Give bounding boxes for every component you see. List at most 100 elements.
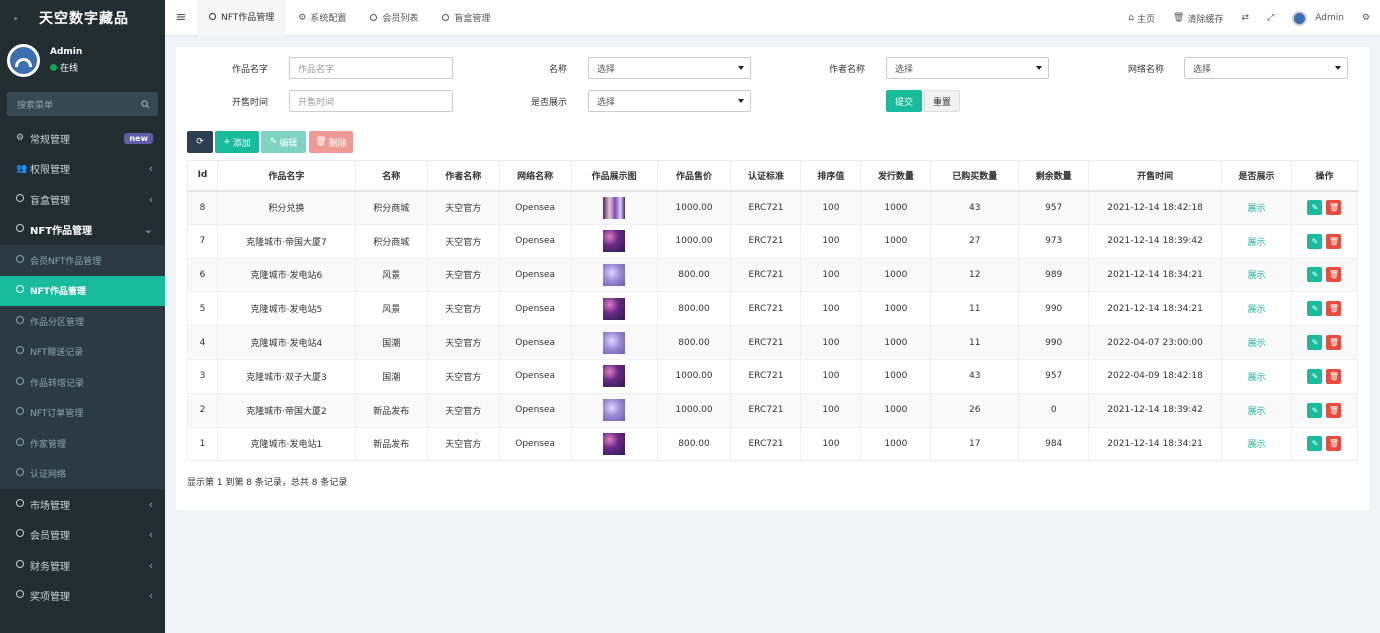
row-edit-icon[interactable]: ✎ [1307, 402, 1323, 418]
sidebar-sub-gifts[interactable]: NFT赠送记录 [0, 336, 165, 367]
table-row[interactable]: 5 克隆城市·发电站5 风景 天空官方 Opensea 800.00 ERC721 100 10… [187, 291, 1359, 327]
table-row[interactable]: 7 克隆城市·帝国大厦7 积分商城 天空官方 Opensea 1000.00 ERC721 1… [187, 223, 1359, 259]
nft-thumbnail[interactable] [603, 432, 626, 455]
row-edit-icon[interactable]: ✎ [1307, 436, 1323, 452]
column-header[interactable]: 排序值 [800, 160, 862, 192]
user-menu[interactable]: Admin [1292, 10, 1344, 26]
submit-button[interactable]: 提交 [886, 90, 922, 112]
sidebar-item-members[interactable]: 会员管理 ‹ [0, 520, 165, 551]
menu-toggle-icon[interactable]: ≡ [165, 10, 197, 25]
row-delete-icon[interactable]: 🗑 [1326, 436, 1342, 452]
tab-nft-works[interactable]: NFT作品管理 [197, 0, 287, 36]
column-header[interactable]: 开售时间 [1088, 160, 1223, 192]
column-header[interactable]: 操作 [1290, 160, 1359, 192]
nft-thumbnail[interactable] [603, 365, 626, 388]
row-edit-icon[interactable]: ✎ [1307, 267, 1323, 283]
cell-show[interactable]: 展示 [1221, 325, 1292, 360]
row-delete-icon[interactable]: 🗑 [1326, 368, 1342, 384]
nft-thumbnail[interactable] [603, 196, 626, 219]
row-delete-icon[interactable]: 🗑 [1326, 267, 1342, 283]
sidebar-sub-authors[interactable]: 作家管理 [0, 428, 165, 459]
show-select[interactable]: 选择 [588, 90, 751, 112]
column-header[interactable]: 作者名称 [426, 160, 500, 192]
cell-show[interactable]: 展示 [1221, 291, 1292, 327]
column-header[interactable]: 作品展示图 [570, 160, 658, 192]
delete-button[interactable]: 🗑 删除 [309, 131, 353, 153]
tab-member-list[interactable]: 会员列表 [358, 0, 430, 36]
add-button[interactable]: + 添加 [215, 131, 259, 153]
settings-icon[interactable]: ⚙ [1362, 13, 1370, 23]
cell-author: 天空官方 [426, 325, 500, 360]
nft-thumbnail[interactable] [603, 297, 626, 320]
row-delete-icon[interactable]: 🗑 [1326, 335, 1342, 351]
table-row[interactable]: 4 克隆城市·发电站4 国潮 天空官方 Opensea 800.00 ERC721 100 10… [187, 325, 1359, 360]
column-header[interactable]: 发行数量 [860, 160, 932, 192]
sidebar-item-finance[interactable]: 财务管理 ‹ [0, 550, 165, 581]
sidebar-item-blindbox[interactable]: 盲盒管理 ‹ [0, 184, 165, 215]
column-header[interactable]: Id [187, 160, 218, 192]
row-edit-icon[interactable]: ✎ [1307, 301, 1323, 317]
sidebar-item-nft[interactable]: NFT作品管理 ⌄ [0, 215, 165, 246]
sidebar-sub-member-nft[interactable]: 会员NFT作品管理 [0, 245, 165, 276]
home-link[interactable]: ⌂ 主页 [1128, 12, 1155, 25]
column-header[interactable]: 是否展示 [1221, 160, 1292, 192]
menu-search-input[interactable]: 搜索菜单 [7, 92, 158, 116]
fullscreen-icon[interactable]: ⤢ [1267, 13, 1274, 23]
table-row[interactable]: 6 克隆城市·发电站6 风景 天空官方 Opensea 800.00 ERC721 100 10… [187, 257, 1359, 293]
nft-thumbnail[interactable] [603, 230, 626, 253]
language-icon[interactable]: ⇄ [1241, 13, 1249, 23]
row-delete-icon[interactable]: 🗑 [1326, 200, 1342, 216]
cell-show[interactable]: 展示 [1221, 257, 1292, 293]
row-edit-icon[interactable]: ✎ [1307, 368, 1323, 384]
tab-blindbox[interactable]: 盲盒管理 [430, 0, 502, 36]
cell-show[interactable]: 展示 [1221, 392, 1292, 428]
row-delete-icon[interactable]: 🗑 [1326, 233, 1342, 249]
sidebar-sub-transfers[interactable]: 作品转增记录 [0, 367, 165, 398]
sidebar-item-market[interactable]: 市场管理 ‹ [0, 489, 165, 520]
name-select[interactable]: 选择 [588, 57, 751, 79]
sidebar-sub-orders[interactable]: NFT订单管理 [0, 397, 165, 428]
sidebar-sub-networks[interactable]: 认证网络 [0, 458, 165, 489]
sidebar-item-permissions[interactable]: 👥 权限管理 ‹ [0, 154, 165, 185]
cell-show[interactable]: 展示 [1221, 426, 1292, 462]
network-select[interactable]: 选择 [1184, 57, 1348, 79]
reset-button[interactable]: 重置 [924, 90, 960, 112]
nft-thumbnail[interactable] [603, 331, 626, 354]
sale-time-input[interactable]: 开售时间 [289, 90, 453, 112]
column-header[interactable]: 认证标准 [730, 160, 802, 192]
sidebar-sub-categories[interactable]: 作品分区管理 [0, 306, 165, 337]
row-delete-icon[interactable]: 🗑 [1326, 402, 1342, 418]
search-icon[interactable] [141, 99, 150, 109]
column-header[interactable]: 剩余数量 [1018, 160, 1090, 192]
cell-show[interactable]: 展示 [1221, 190, 1292, 225]
column-header[interactable]: 作品售价 [656, 160, 732, 192]
table-row[interactable]: 1 克隆城市·发电站1 新品发布 天空官方 Opensea 800.00 ERC721 100… [187, 426, 1359, 462]
sidebar-item-general[interactable]: ⚙ 常规管理 new [0, 123, 165, 154]
row-edit-icon[interactable]: ✎ [1307, 233, 1323, 249]
tab-system-config[interactable]: ⚙ 系统配置 [286, 0, 358, 36]
column-header[interactable]: 名称 [354, 160, 428, 192]
nft-thumbnail[interactable] [603, 263, 626, 286]
author-select[interactable]: 选择 [886, 57, 1049, 79]
column-header[interactable]: 网络名称 [498, 160, 572, 192]
table-header-row: Id 作品名字 名称 作者名称 网络名称 作品展示图 作品售价 认证标准 排序值 发行数量 已购买数… [187, 160, 1359, 192]
work-name-input[interactable]: 作品名字 [289, 57, 453, 79]
refresh-button[interactable]: ⟳ [187, 131, 213, 153]
brand[interactable]: 天空数字藏品 [0, 0, 165, 36]
row-edit-icon[interactable]: ✎ [1307, 200, 1323, 216]
table-row[interactable]: 2 克隆城市·帝国大厦2 新品发布 天空官方 Opensea 1000.00 ERC721 1… [187, 392, 1359, 428]
nft-thumbnail[interactable] [603, 399, 626, 422]
row-delete-icon[interactable]: 🗑 [1326, 301, 1342, 317]
clear-cache-button[interactable]: 🗑 清除缓存 [1173, 12, 1223, 25]
row-edit-icon[interactable]: ✎ [1307, 335, 1323, 351]
table-row[interactable]: 8 积分兑换 积分商城 天空官方 Opensea 1000.00 ERC721 100 1000… [187, 190, 1359, 225]
cell-show[interactable]: 展示 [1221, 358, 1292, 394]
column-header[interactable]: 作品名字 [216, 160, 356, 192]
trash-icon: 🗑 [315, 137, 327, 147]
sidebar-item-awards[interactable]: 奖项管理 ‹ [0, 581, 165, 612]
cell-show[interactable]: 展示 [1221, 223, 1292, 259]
table-row[interactable]: 3 克隆城市·双子大厦3 国潮 天空官方 Opensea 1000.00 ERC721 100… [187, 358, 1359, 394]
edit-button[interactable]: ✎ 编辑 [261, 131, 306, 153]
sidebar-sub-nft-works[interactable]: NFT作品管理 [0, 275, 165, 306]
column-header[interactable]: 已购买数量 [930, 160, 1020, 192]
